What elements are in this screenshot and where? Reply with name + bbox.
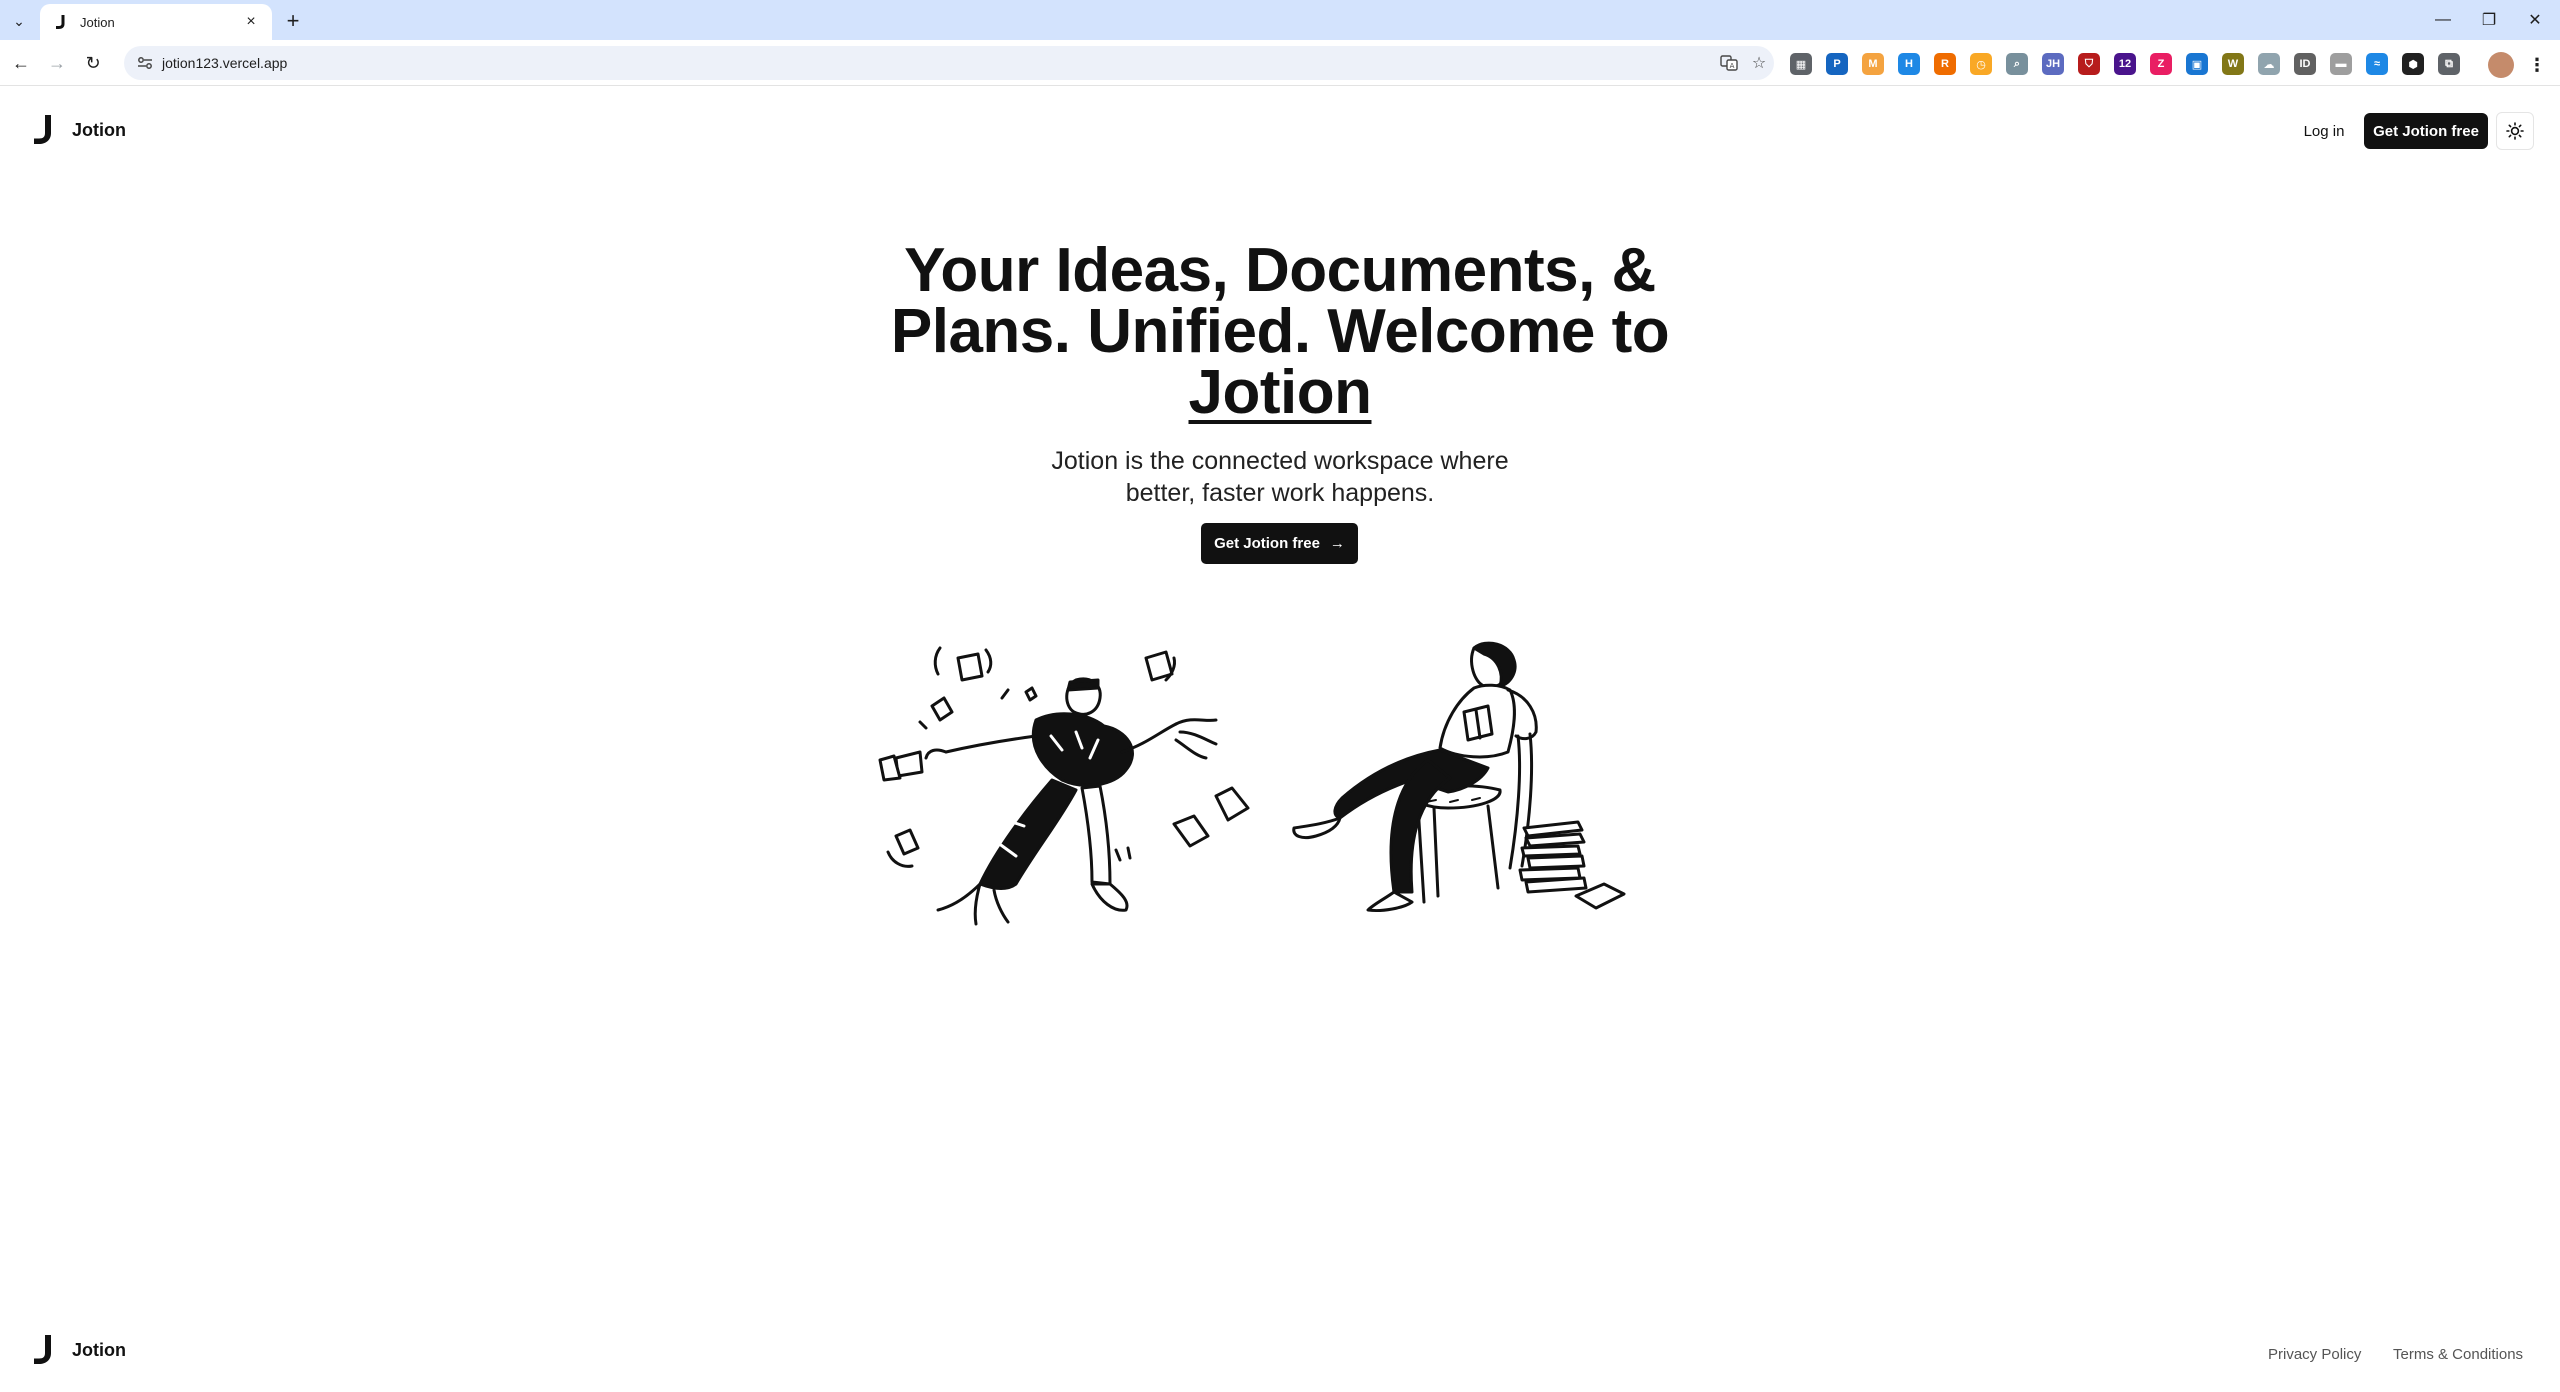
extension-h-icon[interactable]: H [1898, 53, 1920, 75]
tab-title: Jotion [80, 14, 115, 30]
address-bar[interactable]: jotion123.vercel.app A ☆ [124, 46, 1774, 80]
extension-id-icon[interactable]: ID [2294, 53, 2316, 75]
logo-text: Jotion [72, 119, 126, 140]
extension-shield-icon[interactable]: ⛉ [2078, 53, 2100, 75]
terms-conditions-link[interactable]: Terms & Conditions [2393, 1346, 2523, 1363]
bookmark-star-icon[interactable]: ☆ [1744, 48, 1774, 78]
extension-cube-icon[interactable]: ⬢ [2402, 53, 2424, 75]
extension-clock-icon[interactable]: ◷ [1970, 53, 1992, 75]
arrow-right-icon: → [1329, 535, 1345, 552]
extension-w-icon[interactable]: W [2222, 53, 2244, 75]
extension-image-icon[interactable]: ▣ [2186, 53, 2208, 75]
extension-paypal-icon[interactable]: P [1826, 53, 1848, 75]
extension-cloud-icon[interactable]: ☁ [2258, 53, 2280, 75]
new-tab-button[interactable]: + [280, 8, 306, 34]
restore-icon[interactable]: ❐ [2466, 0, 2512, 40]
site-info-icon[interactable] [130, 56, 160, 70]
close-window-icon[interactable]: ✕ [2512, 0, 2558, 40]
tab-search-chevron-icon[interactable]: ⌄ [6, 8, 32, 34]
get-jotion-free-nav-button[interactable]: Get Jotion free [2364, 113, 2488, 149]
theme-toggle-button[interactable] [2496, 112, 2534, 150]
extension-store-icon[interactable]: ▦ [1790, 53, 1812, 75]
svg-text:A: A [1730, 62, 1735, 70]
sun-icon [2506, 122, 2524, 140]
extension-wave-icon[interactable]: ≈ [2366, 53, 2388, 75]
reload-icon[interactable]: ↻ [78, 48, 108, 78]
get-jotion-free-hero-button[interactable]: Get Jotion free → [1201, 523, 1358, 564]
browser-menu-icon[interactable]: ⋮ [2526, 52, 2548, 78]
profile-avatar[interactable] [2488, 52, 2514, 78]
jotion-footer-logo-icon [34, 1335, 51, 1364]
hero-cta-label: Get Jotion free [1214, 535, 1320, 552]
extensions-puzzle-icon[interactable]: ⧉ [2438, 53, 2460, 75]
minimize-icon[interactable]: — [2420, 0, 2466, 40]
footer-logo[interactable]: Jotion [32, 1334, 126, 1366]
hero-section: Your Ideas, Documents, & Plans. Unified.… [830, 240, 1730, 509]
translate-icon[interactable]: A [1714, 48, 1744, 78]
nav-logo[interactable]: Jotion [32, 114, 126, 146]
documents-illustration [878, 646, 1250, 926]
extension-search-icon[interactable]: ⌕ [2006, 53, 2028, 75]
footer-logo-text: Jotion [72, 1339, 126, 1360]
privacy-policy-link[interactable]: Privacy Policy [2268, 1346, 2361, 1363]
extension-mail-icon[interactable]: M [1862, 53, 1884, 75]
hero-subtitle: Jotion is the connected workspace where … [1051, 447, 1509, 507]
extension-zx-icon[interactable]: Z [2150, 53, 2172, 75]
url-text: jotion123.vercel.app [162, 55, 288, 71]
hero-title: Your Ideas, Documents, & Plans. Unified.… [830, 240, 1730, 424]
extension-jh-icon[interactable]: JH [2042, 53, 2064, 75]
hero-title-main: Your Ideas, Documents, & Plans. Unified.… [890, 236, 1670, 366]
extension-r-icon[interactable]: R [1934, 53, 1956, 75]
browser-tab-active[interactable]: Jotion × [40, 4, 272, 40]
browser-toolbar: ← → ↻ jotion123.vercel.app A ☆ ▦ P M H R ◷ ⌕ JH… [0, 40, 2560, 86]
reading-person-illustration [1292, 641, 1626, 912]
tab-close-icon[interactable]: × [240, 11, 262, 33]
jotion-logo-icon [34, 115, 51, 144]
page-footer: Jotion Privacy Policy Terms & Conditions [0, 1320, 2560, 1380]
forward-icon[interactable]: → [42, 48, 72, 78]
hero-title-brand: Jotion [1188, 358, 1372, 427]
browser-tabstrip: ⌄ Jotion × + — ❐ ✕ [0, 0, 2560, 40]
extension-gray-icon[interactable]: ▬ [2330, 53, 2352, 75]
tab-favicon-icon [52, 13, 70, 31]
login-button[interactable]: Log in [2286, 113, 2362, 149]
extension-badge-icon[interactable]: 12 [2114, 53, 2136, 75]
back-icon[interactable]: ← [6, 48, 36, 78]
